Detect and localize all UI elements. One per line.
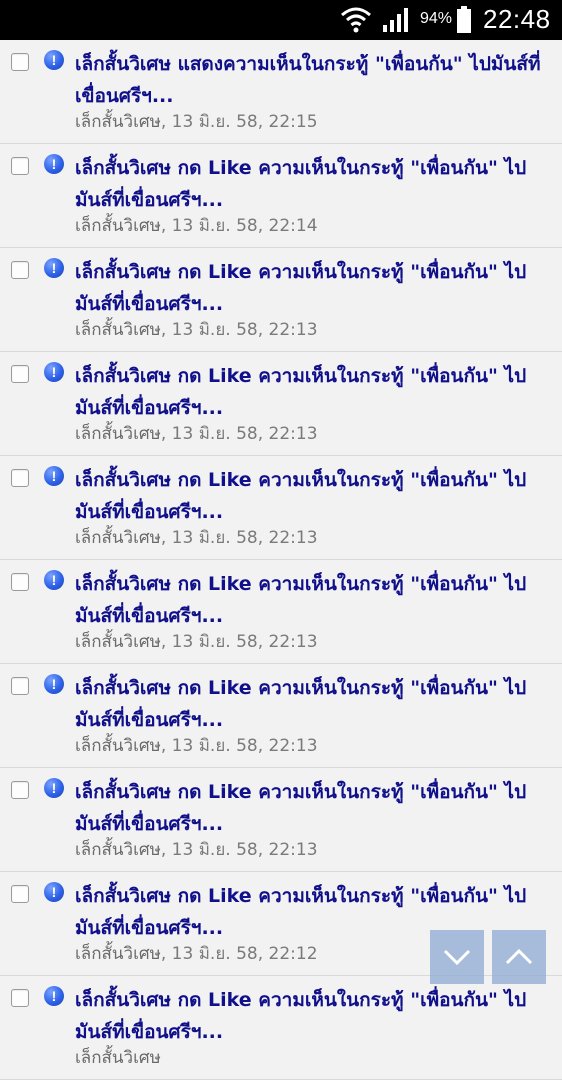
alert-icon: !	[44, 570, 64, 590]
notification-meta: เล็กสั้นวิเศษ, 13 มิ.ย. 58, 22:13	[75, 630, 318, 654]
notification-item[interactable]: ! เล็กสั้นวิเศษ กด Like ความเห็นในกระทู้ …	[0, 248, 562, 352]
notification-title[interactable]: เล็กสั้นวิเศษ กด Like ความเห็นในกระทู้ "…	[75, 152, 545, 216]
notification-item[interactable]: ! เล็กสั้นวิเศษ กด Like ความเห็นในกระทู้ …	[0, 768, 562, 872]
alert-icon: !	[44, 50, 64, 70]
notification-meta: เล็กสั้นวิเศษ	[75, 1046, 161, 1070]
select-checkbox[interactable]	[11, 261, 29, 279]
notification-item[interactable]: ! เล็กสั้นวิเศษ กด Like ความเห็นในกระทู้ …	[0, 352, 562, 456]
select-checkbox[interactable]	[11, 677, 29, 695]
alert-icon: !	[44, 362, 64, 382]
chevron-up-icon	[505, 948, 533, 965]
notification-author[interactable]: เล็กสั้นวิเศษ	[75, 112, 161, 132]
notification-author[interactable]: เล็กสั้นวิเศษ	[75, 840, 161, 860]
select-checkbox[interactable]	[11, 573, 29, 591]
notification-meta: เล็กสั้นวิเศษ, 13 มิ.ย. 58, 22:14	[75, 214, 318, 238]
chevron-down-icon	[443, 949, 471, 966]
status-bar: 94% 22:48	[0, 0, 562, 40]
battery-icon	[457, 6, 471, 33]
alert-icon: !	[44, 258, 64, 278]
notification-title[interactable]: เล็กสั้นวิเศษ กด Like ความเห็นในกระทู้ "…	[75, 568, 545, 632]
notification-author[interactable]: เล็กสั้นวิเศษ	[75, 944, 161, 964]
notification-meta: เล็กสั้นวิเศษ, 13 มิ.ย. 58, 22:13	[75, 318, 318, 342]
notification-list: ! เล็กสั้นวิเศษ แสดงความเห็นในกระทู้ "เพื…	[0, 40, 562, 1080]
notification-title[interactable]: เล็กสั้นวิเศษ กด Like ความเห็นในกระทู้ "…	[75, 776, 545, 840]
signal-icon	[383, 8, 408, 32]
alert-icon: !	[44, 882, 64, 902]
notification-item[interactable]: ! เล็กสั้นวิเศษ กด Like ความเห็นในกระทู้ …	[0, 664, 562, 768]
select-checkbox[interactable]	[11, 157, 29, 175]
notification-timestamp: , 13 มิ.ย. 58, 22:13	[160, 424, 318, 444]
notification-item[interactable]: ! เล็กสั้นวิเศษ กด Like ความเห็นในกระทู้ …	[0, 976, 562, 1080]
clock: 22:48	[483, 4, 551, 34]
notification-timestamp: , 13 มิ.ย. 58, 22:15	[160, 112, 318, 132]
notification-item[interactable]: ! เล็กสั้นวิเศษ กด Like ความเห็นในกระทู้ …	[0, 144, 562, 248]
notification-meta: เล็กสั้นวิเศษ, 13 มิ.ย. 58, 22:15	[75, 110, 318, 134]
notification-title[interactable]: เล็กสั้นวิเศษ กด Like ความเห็นในกระทู้ "…	[75, 256, 545, 320]
notification-timestamp: , 13 มิ.ย. 58, 22:13	[160, 632, 318, 652]
alert-icon: !	[44, 986, 64, 1006]
notification-title[interactable]: เล็กสั้นวิเศษ กด Like ความเห็นในกระทู้ "…	[75, 464, 545, 528]
notification-title[interactable]: เล็กสั้นวิเศษ แสดงความเห็นในกระทู้ "เพื่…	[75, 48, 545, 112]
alert-icon: !	[44, 778, 64, 798]
alert-icon: !	[44, 154, 64, 174]
notification-author[interactable]: เล็กสั้นวิเศษ	[75, 320, 161, 340]
notification-timestamp: , 13 มิ.ย. 58, 22:13	[160, 528, 318, 548]
notification-author[interactable]: เล็กสั้นวิเศษ	[75, 528, 161, 548]
notification-author[interactable]: เล็กสั้นวิเศษ	[75, 632, 161, 652]
notification-timestamp: , 13 มิ.ย. 58, 22:14	[160, 216, 318, 236]
select-checkbox[interactable]	[11, 365, 29, 383]
select-checkbox[interactable]	[11, 53, 29, 71]
notification-author[interactable]: เล็กสั้นวิเศษ	[75, 1048, 161, 1068]
notification-meta: เล็กสั้นวิเศษ, 13 มิ.ย. 58, 22:13	[75, 422, 318, 446]
notification-item[interactable]: ! เล็กสั้นวิเศษ แสดงความเห็นในกระทู้ "เพื…	[0, 40, 562, 144]
notification-author[interactable]: เล็กสั้นวิเศษ	[75, 736, 161, 756]
notification-title[interactable]: เล็กสั้นวิเศษ กด Like ความเห็นในกระทู้ "…	[75, 984, 545, 1048]
notification-timestamp: , 13 มิ.ย. 58, 22:13	[160, 736, 318, 756]
select-checkbox[interactable]	[11, 781, 29, 799]
select-checkbox[interactable]	[11, 885, 29, 903]
scroll-down-button[interactable]	[430, 930, 484, 984]
select-checkbox[interactable]	[11, 989, 29, 1007]
notification-item[interactable]: ! เล็กสั้นวิเศษ กด Like ความเห็นในกระทู้ …	[0, 560, 562, 664]
battery-percent: 94%	[420, 10, 453, 27]
notification-timestamp: , 13 มิ.ย. 58, 22:13	[160, 840, 318, 860]
notification-timestamp: , 13 มิ.ย. 58, 22:13	[160, 320, 318, 340]
notification-meta: เล็กสั้นวิเศษ, 13 มิ.ย. 58, 22:13	[75, 526, 318, 550]
notification-meta: เล็กสั้นวิเศษ, 13 มิ.ย. 58, 22:12	[75, 942, 318, 966]
wifi-icon	[341, 7, 371, 33]
alert-icon: !	[44, 674, 64, 694]
notification-meta: เล็กสั้นวิเศษ, 13 มิ.ย. 58, 22:13	[75, 838, 318, 862]
select-checkbox[interactable]	[11, 469, 29, 487]
notification-meta: เล็กสั้นวิเศษ, 13 มิ.ย. 58, 22:13	[75, 734, 318, 758]
notification-item[interactable]: ! เล็กสั้นวิเศษ กด Like ความเห็นในกระทู้ …	[0, 456, 562, 560]
notification-author[interactable]: เล็กสั้นวิเศษ	[75, 216, 161, 236]
notification-author[interactable]: เล็กสั้นวิเศษ	[75, 424, 161, 444]
notification-title[interactable]: เล็กสั้นวิเศษ กด Like ความเห็นในกระทู้ "…	[75, 672, 545, 736]
notification-title[interactable]: เล็กสั้นวิเศษ กด Like ความเห็นในกระทู้ "…	[75, 360, 545, 424]
scroll-up-button[interactable]	[492, 930, 546, 984]
alert-icon: !	[44, 466, 64, 486]
notification-timestamp: , 13 มิ.ย. 58, 22:12	[160, 944, 318, 964]
